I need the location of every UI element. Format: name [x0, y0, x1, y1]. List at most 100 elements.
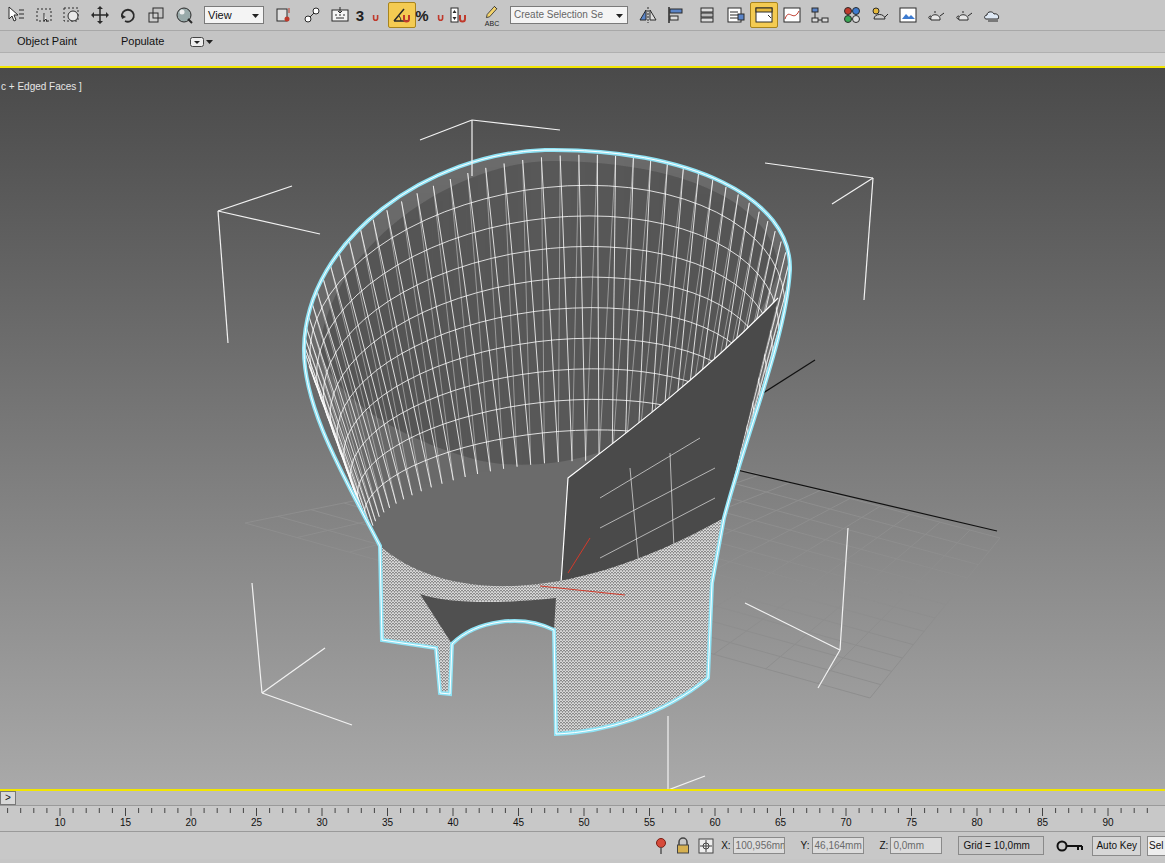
- ribbon-options[interactable]: [190, 37, 214, 47]
- toolbar-button[interactable]: [270, 2, 298, 28]
- dropdown-value: Create Selection Se: [514, 10, 603, 20]
- isolate-icon[interactable]: [653, 837, 669, 855]
- align-icon: [666, 5, 686, 25]
- set-key-field[interactable]: Sel: [1147, 836, 1165, 856]
- ruler-label: 10: [50, 818, 70, 828]
- kbd-icon: [330, 5, 350, 25]
- y-coordinate-field[interactable]: 46,164mm: [812, 837, 864, 854]
- transform-gizmo[interactable]: [540, 538, 625, 595]
- ribbon-icon: [754, 5, 774, 25]
- toolbar-button[interactable]: ABC: [478, 2, 506, 28]
- manip-icon: [302, 5, 322, 25]
- toolbar-button[interactable]: [922, 2, 950, 28]
- toolbar-button[interactable]: [662, 2, 690, 28]
- dropdown-arrow-icon: [615, 11, 624, 20]
- chair-model[interactable]: [303, 150, 791, 734]
- toolbar-button[interactable]: [2, 2, 30, 28]
- ruler-label: 25: [247, 818, 267, 828]
- ruler-label: 35: [378, 818, 398, 828]
- toolbar-button[interactable]: [326, 2, 354, 28]
- absolute-mode-icon[interactable]: [697, 837, 715, 855]
- ruler-ticks: [0, 808, 1165, 818]
- ribbon-minimize-icon: [190, 37, 204, 47]
- abc-label: ABC: [485, 20, 499, 27]
- ruler-label: 85: [1033, 818, 1053, 828]
- toolbar-button[interactable]: [950, 2, 978, 28]
- time-slider[interactable]: >: [0, 791, 1165, 806]
- toolbar-dropdown[interactable]: View: [204, 6, 264, 24]
- toolbar-button[interactable]: [30, 2, 58, 28]
- toolbar-button[interactable]: [114, 2, 142, 28]
- snap-label: %: [415, 8, 428, 23]
- toolbar-button[interactable]: %: [416, 2, 444, 28]
- toolbar-dropdown[interactable]: Create Selection Se: [510, 6, 628, 24]
- ribbon-tab[interactable]: Object Paint: [17, 36, 77, 47]
- toolbar-button[interactable]: [388, 2, 416, 28]
- rotate-icon: [118, 5, 138, 25]
- dropdown-value: View: [208, 10, 232, 21]
- viewport-label[interactable]: c + Edged Faces ]: [1, 81, 82, 92]
- frame-icon: [898, 5, 918, 25]
- toolbar-button[interactable]: [978, 2, 1006, 28]
- main-toolbar: View 3% ABC Create Selection Se: [0, 0, 1165, 31]
- ruler-label: 40: [443, 818, 463, 828]
- ruler-label: 80: [967, 818, 987, 828]
- toolbar-button[interactable]: [750, 2, 778, 28]
- scene-canvas[interactable]: [0, 68, 1165, 789]
- ruler-label: 65: [771, 818, 791, 828]
- window-icon: [62, 5, 82, 25]
- scale-icon: [146, 5, 166, 25]
- toolbar-button[interactable]: [170, 2, 198, 28]
- bounding-box: [218, 120, 873, 789]
- toolbar-button[interactable]: [142, 2, 170, 28]
- y-coordinate-label: Y:: [801, 841, 810, 851]
- toolbar-button[interactable]: [694, 2, 722, 28]
- time-slider-button[interactable]: >: [0, 791, 16, 805]
- toolbar-button[interactable]: [86, 2, 114, 28]
- status-bar: X:100,956mm Y:46,164mm Z:0,0mm Grid = 10,0m…: [0, 832, 1165, 859]
- ruler-label: 75: [902, 818, 922, 828]
- move-icon: [90, 5, 110, 25]
- auto-key-button[interactable]: Auto Key: [1092, 836, 1141, 856]
- track-bar[interactable]: 1015202530354045505560657075808590: [0, 806, 1165, 832]
- z-coordinate-label: Z:: [880, 841, 889, 851]
- toolbar-button[interactable]: [894, 2, 922, 28]
- render-icon: [870, 5, 890, 25]
- ruler-label: 15: [116, 818, 136, 828]
- z-coordinate-field[interactable]: 0,0mm: [890, 837, 942, 854]
- teapot-icon: [954, 5, 974, 25]
- lock-icon[interactable]: [675, 837, 691, 855]
- x-coordinate-field[interactable]: 100,956mm: [733, 837, 785, 854]
- ruler-label: 30: [312, 818, 332, 828]
- toolbar-button[interactable]: 3: [354, 2, 382, 28]
- toolbar-button[interactable]: [634, 2, 662, 28]
- explorer-icon: [726, 5, 746, 25]
- set-key-icon[interactable]: [1056, 839, 1086, 853]
- ruler-label: 20: [181, 818, 201, 828]
- snap-icon: [364, 7, 380, 23]
- mirror-icon: [638, 5, 658, 25]
- toolbar-button[interactable]: [866, 2, 894, 28]
- ribbon-bar: Object Paint Populate: [0, 31, 1165, 52]
- toolbar-button[interactable]: [806, 2, 834, 28]
- x-coordinate-label: X:: [721, 841, 730, 851]
- material-icon: [842, 5, 862, 25]
- toolbar-button[interactable]: [298, 2, 326, 28]
- toolbar-button[interactable]: [722, 2, 750, 28]
- curve-icon: [782, 5, 802, 25]
- ruler-label: 90: [1098, 818, 1118, 828]
- snap-label: 3: [356, 8, 364, 23]
- toolbar-button[interactable]: [444, 2, 472, 28]
- ribbon-tab[interactable]: Populate: [121, 36, 164, 47]
- app-window: View 3% ABC Create Selection Se Object Paint…: [0, 0, 1165, 863]
- toolbar-button[interactable]: [838, 2, 866, 28]
- toolbar-button[interactable]: [58, 2, 86, 28]
- dropdown-arrow-icon: [205, 37, 214, 46]
- toolbar-button[interactable]: [778, 2, 806, 28]
- angle-icon: [392, 5, 412, 25]
- teapot-icon: [926, 5, 946, 25]
- ruler-label: 45: [509, 818, 529, 828]
- grid-size: Grid = 10,0mm: [958, 836, 1044, 855]
- ribbon-panel: [0, 52, 1165, 66]
- perspective-viewport[interactable]: c + Edged Faces ]: [0, 66, 1165, 791]
